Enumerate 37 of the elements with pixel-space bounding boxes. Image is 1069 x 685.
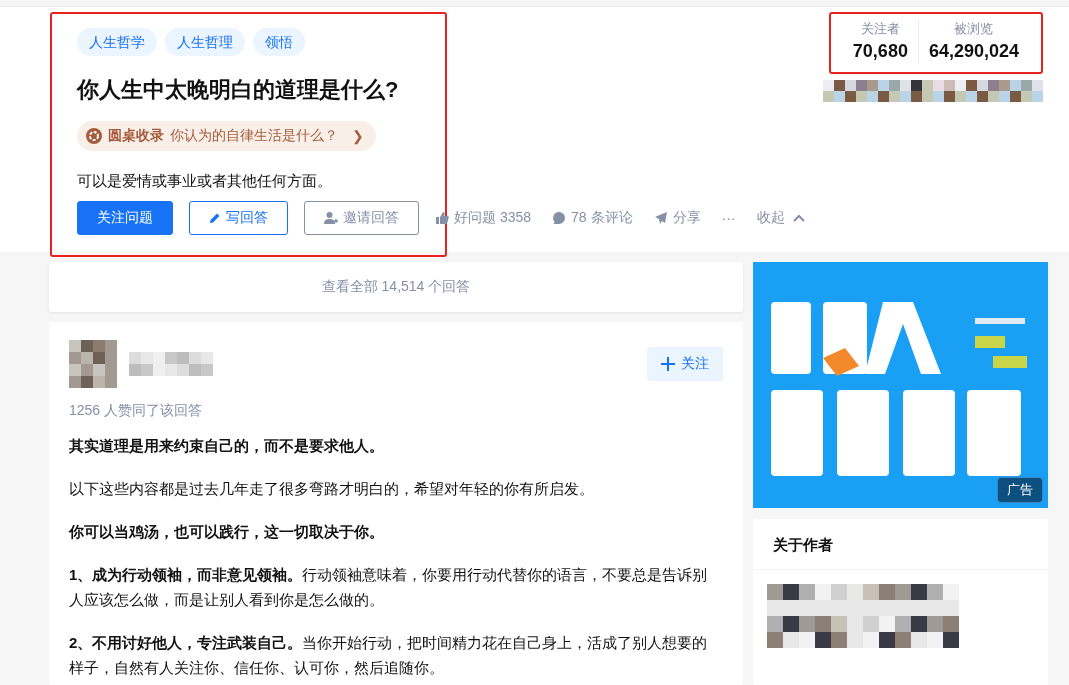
- stat-label: 被浏览: [954, 20, 994, 38]
- answer-paragraph: 1、成为行动领袖，而非意见领袖。行动领袖意味着，你要用行动代替你的语言，不要总是告诉别人应该怎么做，而是让别人看到你是怎么做的。: [69, 565, 709, 610]
- like-button[interactable]: 好问题 3358: [435, 209, 532, 227]
- ad-badge: 广告: [997, 477, 1043, 503]
- topic-tag[interactable]: 领悟: [253, 28, 305, 56]
- topic-tag[interactable]: 人生哲学: [77, 28, 157, 56]
- flower-icon: [86, 128, 102, 144]
- view-all-answers-button[interactable]: 查看全部 14,514 个回答: [49, 262, 743, 312]
- comment-button[interactable]: 78 条评论: [552, 209, 633, 227]
- more-button[interactable]: ···: [721, 210, 736, 226]
- share-button[interactable]: 分享: [653, 209, 701, 227]
- question-title: 你人生中太晚明白的道理是什么?: [77, 76, 400, 104]
- answer-paragraph: 你可以当鸡汤，也可以践行，这一切取决于你。: [69, 522, 385, 542]
- stat-value: 70,680: [852, 40, 908, 63]
- answer-paragraph: 2、不用讨好他人，专注武装自己。当你开始行动，把时间精力花在自己身上，活成了别人想要的样子，自然有人关注你、信任你、认可你，然后追随你。: [69, 633, 709, 678]
- add-person-icon: [324, 211, 338, 225]
- vote-count: 1256 人赞同了该回答: [69, 402, 204, 420]
- paper-plane-icon: [653, 211, 668, 225]
- plus-icon: [661, 357, 675, 371]
- stat-value: 64,290,024: [928, 40, 1019, 63]
- topic-tag[interactable]: 人生哲理: [165, 28, 245, 56]
- speech-bubble-icon: [552, 211, 567, 225]
- write-answer-button[interactable]: 写回答: [189, 201, 288, 235]
- collapse-button[interactable]: 收起: [756, 209, 805, 227]
- pencil-icon: [209, 212, 221, 224]
- question-description: 可以是爱情或事业或者其他任何方面。: [77, 171, 333, 191]
- answer-paragraph: 以下这些内容都是过去几年走了很多弯路才明白的，希望对年轻的你有所启发。: [69, 479, 595, 499]
- follow-author-button[interactable]: 关注: [647, 347, 723, 381]
- card-title: 关于作者: [753, 519, 1048, 570]
- thumbs-up-icon: [435, 211, 449, 225]
- answer-paragraph: 其实道理是用来约束自己的，而不是要求他人。: [69, 436, 385, 456]
- roundtable-link[interactable]: 圆桌收录 你认为的自律生活是什么？ ❯: [77, 121, 376, 151]
- pixelated-avatar-drawing: [69, 340, 117, 388]
- follow-question-button[interactable]: 关注问题: [77, 201, 173, 235]
- invite-answer-button[interactable]: 邀请回答: [304, 201, 419, 235]
- stat-label: 关注者: [860, 20, 900, 38]
- caret-up-icon: [792, 214, 805, 222]
